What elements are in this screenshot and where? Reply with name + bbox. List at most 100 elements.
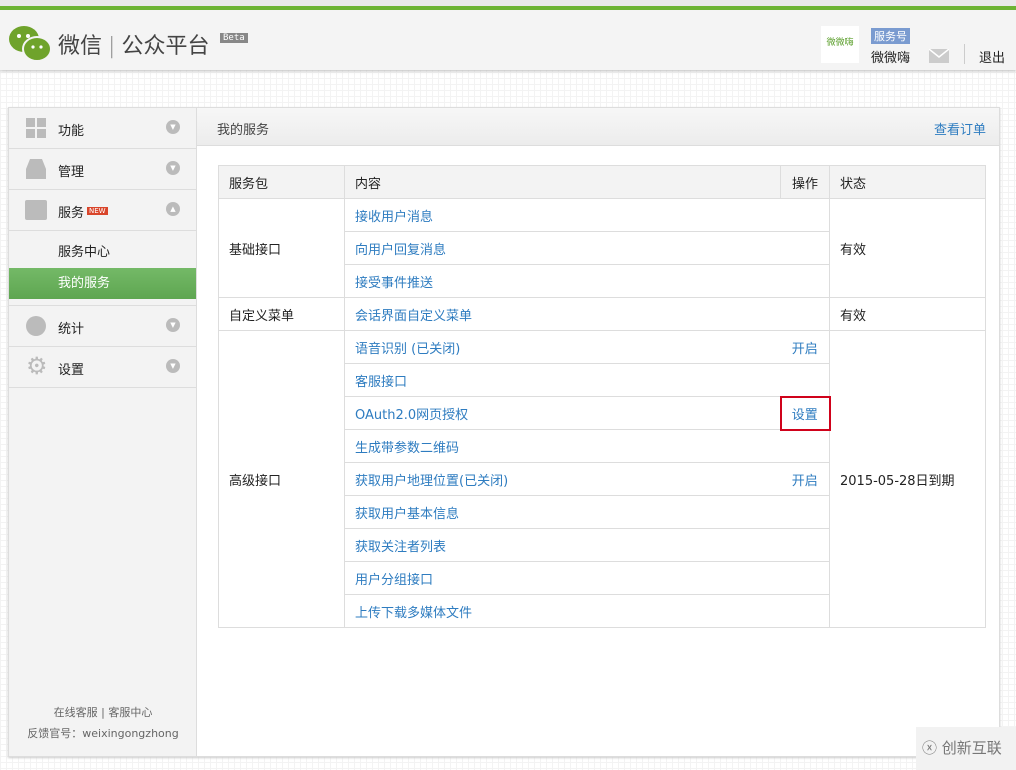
content-link[interactable]: 获取用户基本信息 — [355, 507, 459, 522]
content-link[interactable]: 向用户回复消息 — [355, 243, 446, 258]
footer-separator: | — [101, 706, 105, 719]
new-badge: NEW — [87, 207, 108, 215]
view-orders-link[interactable]: 查看订单 — [934, 119, 986, 138]
printer-icon — [25, 200, 47, 220]
column-header: 状态 — [829, 165, 986, 199]
gear-icon: ⚙ — [26, 352, 48, 380]
sidebar-item-services[interactable]: 服务 NEW ▲ — [9, 190, 196, 231]
account-name[interactable]: 微微嗨 — [871, 47, 910, 66]
sidebar-item-settings[interactable]: ⚙ 设置 ▼ — [9, 347, 196, 388]
content-cell: 获取用户基本信息 — [344, 495, 781, 529]
services-table: 服务包 内容 操作 状态 基础接口 接收用户消息 有效 向用户回复消息 接受事件推送 自定… — [218, 165, 986, 628]
content-cell: 上传下载多媒体文件 — [344, 594, 781, 628]
action-cell — [780, 594, 830, 628]
action-link[interactable]: 设置 — [792, 408, 818, 423]
content-cell: 向用户回复消息 — [344, 231, 781, 265]
content-link[interactable]: 上传下载多媒体文件 — [355, 606, 472, 621]
chevron-down-icon[interactable]: ▼ — [166, 359, 180, 373]
content-link[interactable]: 会话界面自定义菜单 — [355, 309, 472, 324]
sidebar-subitem-service-center[interactable]: 服务中心 — [9, 237, 196, 268]
table-row: 自定义菜单 会话界面自定义菜单 有效 — [218, 297, 986, 331]
chevron-down-icon[interactable]: ▼ — [166, 120, 180, 134]
sidebar-item-statistics[interactable]: 统计 ▼ — [9, 306, 196, 347]
content-cell: 客服接口 — [344, 363, 781, 397]
table-row: 高级接口 语音识别 (已关闭) 开启 2015-05-28日到期 — [218, 330, 986, 628]
content-link[interactable]: 接受事件推送 — [355, 276, 433, 291]
sidebar-footer: 在线客服 | 客服中心 反馈官号：weixingongzhong — [9, 702, 197, 744]
sidebar-subitem-my-services[interactable]: 我的服务 — [9, 268, 196, 299]
action-cell: 开启 — [780, 330, 830, 364]
content-cell: 接受事件推送 — [344, 264, 781, 298]
action-cell: 设置 — [779, 395, 831, 431]
chevron-up-icon[interactable]: ▲ — [166, 202, 180, 216]
content-link[interactable]: 生成带参数二维码 — [355, 441, 459, 456]
pie-chart-icon — [26, 316, 46, 336]
support-center-link[interactable]: 客服中心 — [108, 706, 152, 719]
column-header: 服务包 — [218, 165, 345, 199]
content-cell: 接收用户消息 — [344, 198, 781, 232]
sidebar-item-features[interactable]: 功能 ▼ — [9, 108, 196, 149]
service-package: 高级接口 — [218, 330, 345, 628]
content-cell: 语音识别 (已关闭) — [344, 330, 781, 364]
content-link[interactable]: 获取关注者列表 — [355, 540, 446, 555]
chevron-down-icon[interactable]: ▼ — [166, 161, 180, 175]
action-cell: 开启 — [780, 462, 830, 496]
content-link[interactable]: 语音识别 (已关闭) — [355, 342, 460, 357]
online-support-link[interactable]: 在线客服 — [54, 706, 98, 719]
content-link[interactable]: 客服接口 — [355, 375, 407, 390]
brand-secondary: 公众平台 — [121, 34, 210, 59]
page-title: 我的服务 — [217, 123, 270, 138]
status-cell: 有效 — [829, 198, 986, 298]
chevron-down-icon[interactable]: ▼ — [166, 318, 180, 332]
action-link[interactable]: 开启 — [792, 474, 818, 489]
action-cell — [780, 198, 830, 232]
sidebar-item-label: 统计 — [58, 322, 85, 337]
action-cell — [780, 264, 830, 298]
grid-icon — [26, 118, 46, 138]
action-cell — [780, 495, 830, 529]
action-cell — [780, 297, 830, 331]
brand-separator: | — [108, 34, 116, 59]
status-cell: 有效 — [829, 297, 986, 331]
main-header: 我的服务 查看订单 — [197, 108, 999, 146]
content-link[interactable]: 获取用户地理位置(已关闭) — [355, 474, 508, 489]
content-cell: 会话界面自定义菜单 — [344, 297, 781, 331]
content-link[interactable]: 接收用户消息 — [355, 210, 433, 225]
status-cell: 2015-05-28日到期 — [829, 330, 986, 628]
brand-primary: 微信 — [58, 34, 103, 59]
content-cell: 用户分组接口 — [344, 561, 781, 595]
sidebar-item-management[interactable]: 管理 ▼ — [9, 149, 196, 190]
wechat-logo-icon — [9, 26, 52, 62]
feedback-account: 反馈官号：weixingongzhong — [27, 727, 179, 740]
content-link[interactable]: OAuth2.0网页授权 — [355, 408, 468, 423]
beta-badge: Beta — [220, 33, 248, 43]
account-avatar[interactable]: 微微嗨 — [821, 26, 859, 63]
watermark-logo: ⓧ 创新互联 — [916, 727, 1016, 770]
sidebar-item-text: 服务 — [58, 206, 85, 221]
divider — [964, 44, 965, 64]
service-package: 基础接口 — [218, 198, 345, 298]
services-submenu: 服务中心 我的服务 — [9, 231, 196, 306]
content-cell: OAuth2.0网页授权 — [344, 396, 781, 430]
column-header: 操作 — [780, 165, 830, 199]
sidebar-item-label: 服务 NEW — [58, 202, 108, 221]
action-cell — [780, 231, 830, 265]
action-link[interactable]: 开启 — [792, 342, 818, 357]
content-cell: 获取关注者列表 — [344, 528, 781, 562]
content-link[interactable]: 用户分组接口 — [355, 573, 433, 588]
sidebar-item-label: 管理 — [58, 165, 85, 180]
sidebar: 功能 ▼ 管理 ▼ 服务 NEW ▲ 服务中心 我的服务 统计 ▼ ⚙ 设置 ▼ … — [9, 108, 197, 756]
action-cell — [780, 429, 830, 463]
action-cell — [780, 363, 830, 397]
mail-icon[interactable] — [929, 49, 949, 63]
content-panel: 功能 ▼ 管理 ▼ 服务 NEW ▲ 服务中心 我的服务 统计 ▼ ⚙ 设置 ▼ … — [8, 107, 1000, 757]
sidebar-item-label: 设置 — [58, 363, 85, 378]
action-cell — [780, 561, 830, 595]
content-cell: 获取用户地理位置(已关闭) — [344, 462, 781, 496]
account-type-badge: 服务号 — [871, 28, 910, 44]
action-cell — [780, 528, 830, 562]
service-package: 自定义菜单 — [218, 297, 345, 331]
sidebar-item-label: 功能 — [58, 124, 85, 139]
main-area: 我的服务 查看订单 服务包 内容 操作 状态 基础接口 接收用户消息 有效 向用户回复… — [197, 108, 999, 756]
logout-link[interactable]: 退出 — [979, 47, 1005, 66]
